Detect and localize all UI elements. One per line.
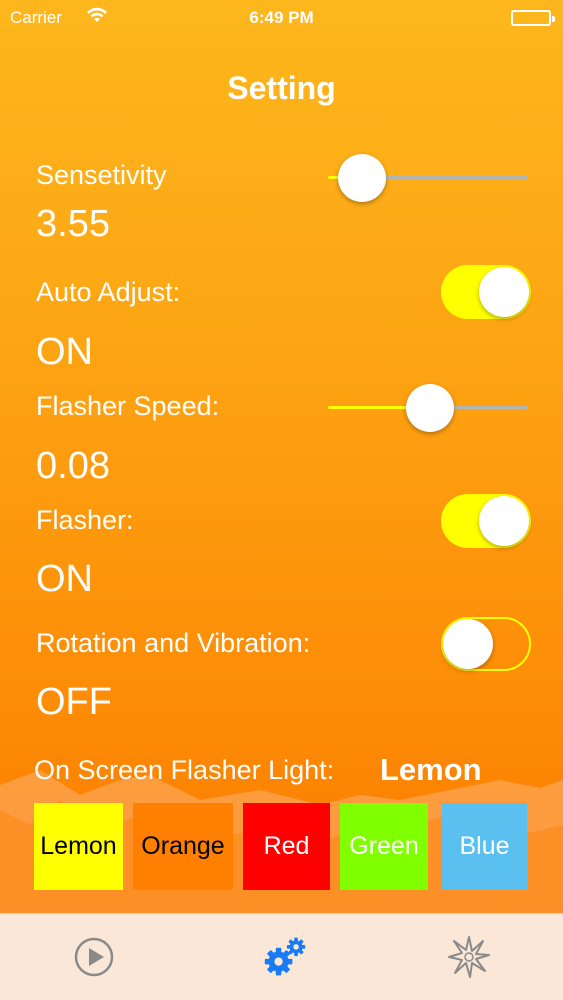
auto-adjust-label: Auto Adjust: <box>36 277 181 307</box>
tab-bar <box>0 913 563 1000</box>
auto-adjust-state: ON <box>36 331 93 373</box>
color-swatch-orange[interactable]: Orange <box>133 803 233 890</box>
sensitivity-label: Sensetivity <box>36 160 167 190</box>
rotation-vibration-label: Rotation and Vibration: <box>36 628 311 658</box>
flasher-state: ON <box>36 558 93 600</box>
flasher-label: Flasher: <box>36 505 134 535</box>
status-time: 6:49 PM <box>249 8 314 27</box>
battery-icon <box>511 10 555 26</box>
tab-settings[interactable] <box>262 934 308 980</box>
burst-icon <box>448 936 490 978</box>
flasher-light-label: On Screen Flasher Light: <box>34 755 335 785</box>
flasher-toggle[interactable] <box>441 494 531 548</box>
slider-thumb[interactable] <box>338 154 386 202</box>
flasher-speed-label: Flasher Speed: <box>36 391 220 421</box>
rotation-vibration-state: OFF <box>36 681 112 723</box>
swatch-label: Orange <box>141 832 225 860</box>
play-icon <box>74 937 114 977</box>
swatch-label: Red <box>263 832 310 860</box>
color-swatch-green[interactable]: Green <box>340 803 428 890</box>
gears-icon <box>264 937 306 976</box>
page-title: Setting <box>227 70 336 106</box>
swatch-label: Green <box>349 832 419 860</box>
color-swatch-blue[interactable]: Blue <box>442 803 527 890</box>
flasher-light-selected: Lemon <box>380 752 482 787</box>
toggle-knob <box>443 619 493 669</box>
tab-effects[interactable] <box>446 934 492 980</box>
color-swatch-lemon[interactable]: Lemon <box>34 803 123 890</box>
flasher-speed-slider[interactable] <box>328 384 528 432</box>
toggle-knob <box>479 267 529 317</box>
status-bar: Carrier 6:49 PM <box>0 0 563 38</box>
sensitivity-value: 3.55 <box>36 203 110 245</box>
toggle-knob <box>479 496 529 546</box>
rotation-vibration-toggle[interactable] <box>441 617 531 671</box>
sensitivity-slider[interactable] <box>328 154 528 202</box>
swatch-label: Lemon <box>40 832 117 860</box>
color-swatch-red[interactable]: Red <box>243 803 330 890</box>
slider-track-empty <box>362 176 528 179</box>
swatch-label: Blue <box>459 832 510 860</box>
flasher-speed-value: 0.08 <box>36 445 110 487</box>
tab-play[interactable] <box>71 934 117 980</box>
auto-adjust-toggle[interactable] <box>441 265 531 319</box>
slider-thumb[interactable] <box>406 384 454 432</box>
